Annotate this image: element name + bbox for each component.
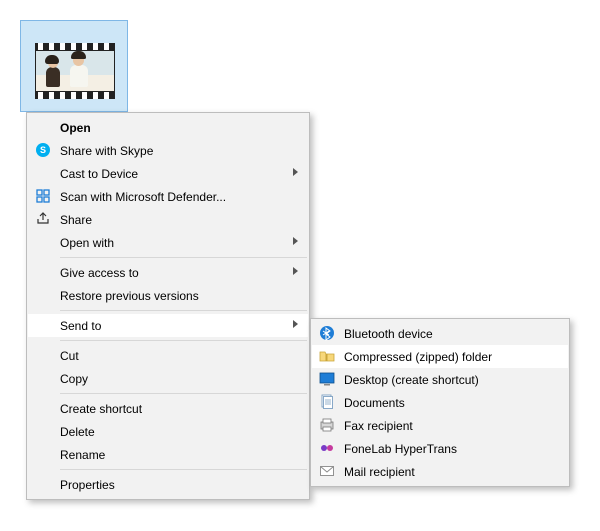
share-icon (35, 211, 51, 227)
menu-separator (60, 340, 307, 341)
chevron-right-icon (293, 237, 298, 245)
menu-label: Fax recipient (344, 419, 413, 433)
menu-send-to[interactable]: Send to (28, 314, 308, 337)
chevron-right-icon (293, 267, 298, 275)
send-to-submenu: Bluetooth device Compressed (zipped) fol… (310, 318, 570, 487)
menu-cut[interactable]: Cut (28, 344, 308, 367)
sendto-hypertrans[interactable]: FoneLab HyperTrans (312, 437, 568, 460)
menu-share-skype[interactable]: S Share with Skype (28, 139, 308, 162)
menu-label: Properties (60, 478, 115, 492)
menu-scan-defender[interactable]: Scan with Microsoft Defender... (28, 185, 308, 208)
menu-label: Delete (60, 425, 95, 439)
chevron-right-icon (293, 320, 298, 328)
menu-label: Create shortcut (60, 402, 142, 416)
menu-copy[interactable]: Copy (28, 367, 308, 390)
menu-give-access[interactable]: Give access to (28, 261, 308, 284)
menu-open[interactable]: Open (28, 116, 308, 139)
menu-restore-previous[interactable]: Restore previous versions (28, 284, 308, 307)
menu-separator (60, 393, 307, 394)
menu-open-with[interactable]: Open with (28, 231, 308, 254)
menu-label: Desktop (create shortcut) (344, 373, 479, 387)
menu-separator (60, 310, 307, 311)
menu-label: FoneLab HyperTrans (344, 442, 457, 456)
context-menu: Open S Share with Skype Cast to Device S… (26, 112, 310, 500)
menu-label: Rename (60, 448, 105, 462)
sendto-mail[interactable]: Mail recipient (312, 460, 568, 483)
hypertrans-icon (319, 440, 335, 456)
mail-icon (319, 463, 335, 479)
menu-delete[interactable]: Delete (28, 420, 308, 443)
bluetooth-icon (319, 325, 335, 341)
menu-label: Cut (60, 349, 79, 363)
menu-label: Documents (344, 396, 405, 410)
menu-share[interactable]: Share (28, 208, 308, 231)
menu-label: Open (60, 121, 91, 135)
menu-label: Scan with Microsoft Defender... (60, 190, 226, 204)
svg-text:S: S (40, 145, 46, 155)
fax-icon (319, 417, 335, 433)
menu-separator (60, 257, 307, 258)
sendto-documents[interactable]: Documents (312, 391, 568, 414)
menu-rename[interactable]: Rename (28, 443, 308, 466)
zip-folder-icon (319, 348, 335, 364)
documents-icon (319, 394, 335, 410)
menu-label: Share (60, 213, 92, 227)
sendto-bluetooth[interactable]: Bluetooth device (312, 322, 568, 345)
menu-label: Send to (60, 319, 101, 333)
sendto-fax[interactable]: Fax recipient (312, 414, 568, 437)
menu-label: Compressed (zipped) folder (344, 350, 492, 364)
video-thumbnail (35, 43, 115, 99)
skype-icon: S (35, 142, 51, 158)
menu-label: Share with Skype (60, 144, 153, 158)
menu-label: Give access to (60, 266, 139, 280)
desktop-icon (319, 371, 335, 387)
menu-label: Restore previous versions (60, 289, 199, 303)
menu-properties[interactable]: Properties (28, 473, 308, 496)
menu-label: Open with (60, 236, 114, 250)
selected-video-file[interactable] (20, 20, 128, 112)
menu-label: Bluetooth device (344, 327, 433, 341)
menu-label: Mail recipient (344, 465, 415, 479)
menu-cast-to-device[interactable]: Cast to Device (28, 162, 308, 185)
sendto-compressed-folder[interactable]: Compressed (zipped) folder (312, 345, 568, 368)
defender-icon (35, 188, 51, 204)
sendto-desktop[interactable]: Desktop (create shortcut) (312, 368, 568, 391)
menu-label: Cast to Device (60, 167, 138, 181)
chevron-right-icon (293, 168, 298, 176)
menu-separator (60, 469, 307, 470)
menu-create-shortcut[interactable]: Create shortcut (28, 397, 308, 420)
menu-label: Copy (60, 372, 88, 386)
